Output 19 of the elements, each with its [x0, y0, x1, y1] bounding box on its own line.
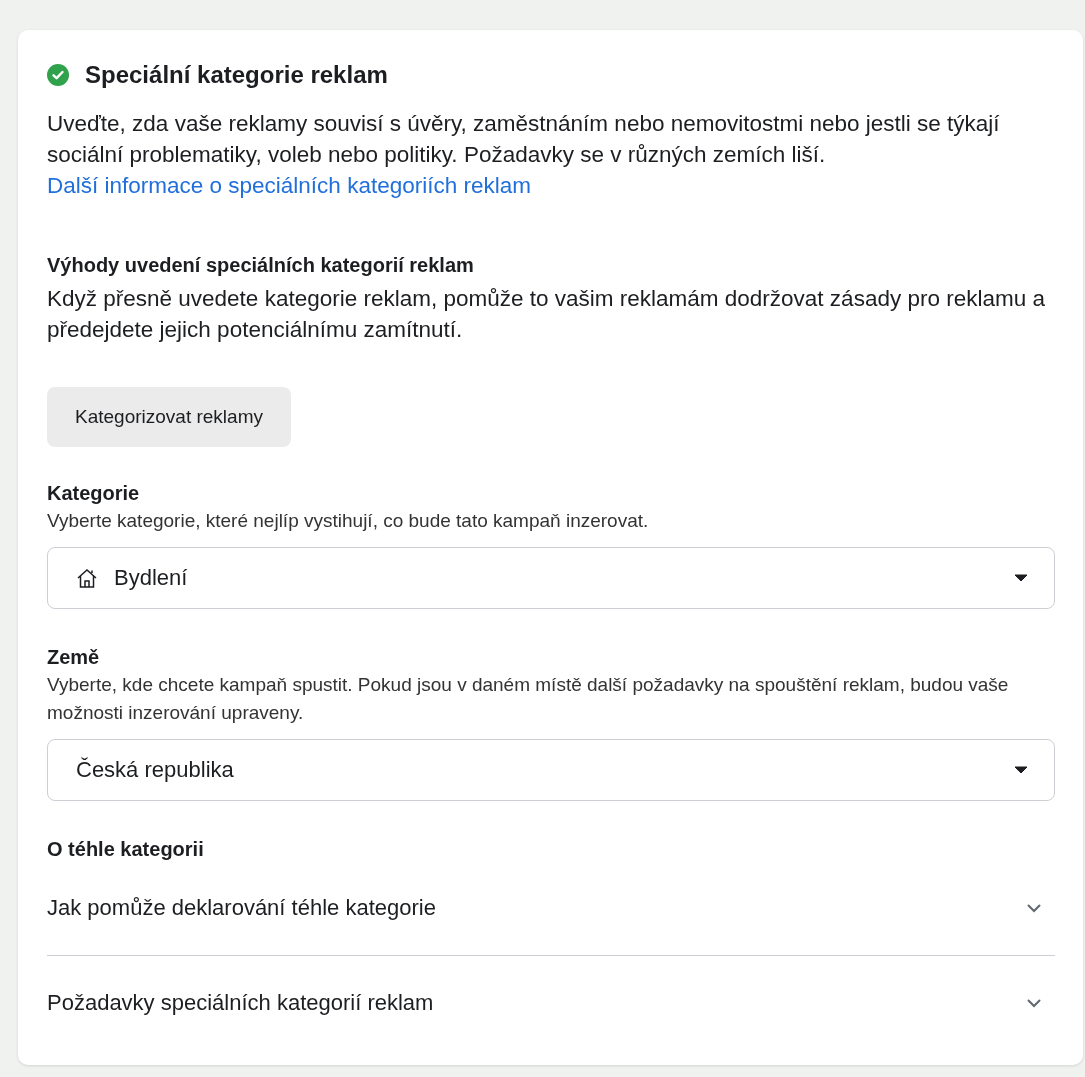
caret-icon: [1014, 766, 1028, 774]
dropdown-field[interactable]: Bydlení: [47, 547, 1055, 609]
house-icon: [76, 567, 98, 589]
accordion-item[interactable]: Jak pomůže deklarování téhle kategorie: [47, 861, 1055, 955]
accordion-item[interactable]: Požadavky speciálních kategorií reklam: [47, 956, 1055, 1050]
categorize-button[interactable]: Kategorizovat reklamy: [47, 387, 291, 447]
section-title: Speciální kategorie reklam: [85, 62, 388, 88]
field-label: Kategorie: [47, 481, 141, 505]
intro-text: Uveďte, zda vaše reklamy souvisí s úvěry, zaměstnáním nebo nemovitostmi nebo jestli se týkají sociální problematiky, voleb nebo politiky. Požadavky se v různých zemích liší. Další informace o speciálních kategoriích reklam: [47, 110, 1001, 200]
dropdown-field[interactable]: Česká republika: [47, 739, 1055, 801]
benefits-text: Když přesně uvedete kategorie reklam, pomůže to vašim reklamám dodržovat zásady pro reklamu a předejdete jejich potenciálnímu zamítnutí.: [47, 285, 1046, 344]
field-label: Země: [47, 645, 101, 669]
field-hint: Vyberte, kde chcete kampaň spustit. Pokud jsou v daném místě další požadavky na spouštění reklam, budou vaše možnosti inzerování upraveny.: [47, 673, 1010, 725]
subheading: Výhody uvedení speciálních kategorií reklam: [47, 253, 475, 277]
learn-more-link[interactable]: Další informace o speciálních kategoriích reklam: [47, 173, 531, 198]
caret-icon: [1014, 574, 1028, 582]
section-heading: O téhle kategorii: [47, 837, 205, 861]
field-hint: Vyberte kategorie, které nejlíp vystihují, co bude tato kampaň inzerovat.: [47, 509, 650, 533]
check-circle-icon: [47, 64, 69, 86]
